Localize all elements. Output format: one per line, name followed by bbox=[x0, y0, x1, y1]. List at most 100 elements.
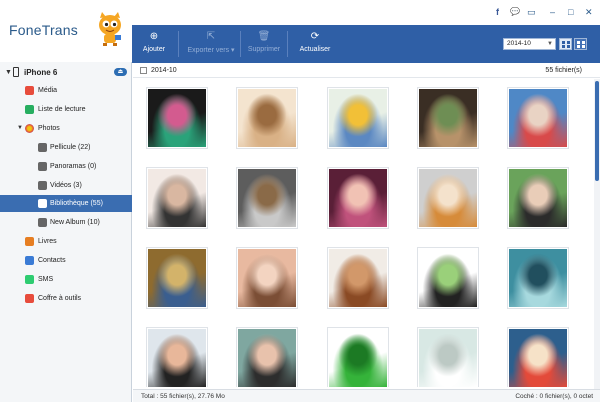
toolbox-icon bbox=[25, 294, 34, 303]
sidebar: FoneTrans ▼ iPhone 6 ⏏ Média Liste de le… bbox=[0, 0, 132, 402]
brown-puppy-photo[interactable] bbox=[327, 247, 389, 309]
cartoon-blue-photo[interactable] bbox=[507, 327, 569, 387]
export-icon: ⇱ bbox=[206, 31, 216, 42]
group-label: 2014-10 bbox=[151, 67, 177, 74]
sidebar-item-sms[interactable]: SMS bbox=[0, 271, 132, 288]
sidebar-item-label: New Album (10) bbox=[50, 219, 100, 226]
feedback-icon[interactable]: ▭ bbox=[527, 7, 536, 18]
photo-thumbnail bbox=[509, 329, 567, 387]
sidebar-item-videos[interactable]: Vidéos (3) bbox=[0, 177, 132, 194]
toolbar-separator bbox=[240, 31, 241, 57]
sidebar-item-media[interactable]: Média bbox=[0, 82, 132, 99]
sidebar-item-new-album[interactable]: New Album (10) bbox=[0, 214, 132, 231]
sidebar-item-label: Pellicule (22) bbox=[50, 144, 91, 151]
photo-thumbnail bbox=[419, 249, 477, 307]
device-row[interactable]: ▼ iPhone 6 ⏏ bbox=[0, 64, 132, 80]
smiling-girl-photo[interactable] bbox=[146, 327, 208, 387]
logo-area: FoneTrans bbox=[0, 0, 132, 62]
device-name: iPhone 6 bbox=[24, 68, 58, 77]
books-icon bbox=[25, 237, 34, 246]
delete-button[interactable]: 🗑 Supprimer bbox=[244, 25, 284, 63]
media-icon bbox=[25, 86, 34, 95]
photo-thumbnail bbox=[148, 329, 206, 387]
photo-thumbnail bbox=[509, 169, 567, 227]
girl-green-photo[interactable] bbox=[507, 167, 569, 229]
teal-art-photo[interactable] bbox=[507, 247, 569, 309]
checked-status: Coché : 0 fichier(s), 0 octet bbox=[515, 393, 593, 400]
export-button[interactable]: ⇱ Exporter vers ▾ bbox=[182, 25, 240, 63]
refresh-button-label: Actualiser bbox=[299, 46, 331, 53]
sidebar-item-library[interactable]: Bibliothèque (55) bbox=[0, 195, 132, 212]
scrollbar-thumb[interactable] bbox=[595, 81, 599, 181]
girl-portrait-photo[interactable] bbox=[146, 167, 208, 229]
photo-thumbnail bbox=[419, 89, 477, 147]
photo-thumbnail bbox=[329, 249, 387, 307]
photo-thumbnail bbox=[238, 169, 296, 227]
export-button-label: Exporter vers ▾ bbox=[187, 47, 235, 54]
phone-icon bbox=[13, 67, 19, 77]
sidebar-item-label: Coffre à outils bbox=[38, 295, 82, 302]
refresh-button[interactable]: ⟳ Actualiser bbox=[292, 25, 338, 63]
sidebar-item-label: Photos bbox=[38, 125, 60, 132]
group-header: 2014-10 55 fichier(s) bbox=[133, 63, 600, 78]
collage-photo[interactable] bbox=[417, 87, 479, 149]
koala-photo[interactable] bbox=[236, 167, 298, 229]
eye-closeup-photo[interactable] bbox=[236, 247, 298, 309]
kitten-photo[interactable] bbox=[417, 167, 479, 229]
sidebar-item-playlist[interactable]: Liste de lecture bbox=[0, 101, 132, 118]
photo-thumbnail bbox=[419, 329, 477, 387]
grid-view-button[interactable] bbox=[559, 38, 572, 50]
photo-thumbnail bbox=[419, 169, 477, 227]
photo-thumbnail bbox=[148, 249, 206, 307]
sidebar-item-camera-roll[interactable]: Pellicule (22) bbox=[0, 139, 132, 156]
photo-thumbnail bbox=[148, 169, 206, 227]
camera-icon bbox=[38, 181, 47, 190]
panda-cartoon-photo[interactable] bbox=[417, 247, 479, 309]
girl-pink-photo[interactable] bbox=[327, 167, 389, 229]
collapse-caret-icon[interactable]: ▼ bbox=[5, 69, 12, 76]
add-icon: ⊕ bbox=[149, 31, 159, 42]
filmstrip-photo[interactable] bbox=[146, 87, 208, 149]
sidebar-item-photos[interactable]: ▼ Photos bbox=[0, 120, 132, 137]
postcards-photo[interactable] bbox=[327, 87, 389, 149]
add-button[interactable]: ⊕ Ajouter bbox=[132, 25, 176, 63]
facebook-icon[interactable]: f bbox=[496, 7, 499, 17]
plush-toy-photo[interactable] bbox=[507, 87, 569, 149]
white-dog-photo[interactable] bbox=[417, 327, 479, 387]
sidebar-item-panoramas[interactable]: Panoramas (0) bbox=[0, 158, 132, 175]
date-filter-select[interactable]: 2014-10 ▼ bbox=[503, 38, 556, 50]
sidebar-item-toolbox[interactable]: Coffre à outils bbox=[0, 290, 132, 307]
camera-icon bbox=[38, 162, 47, 171]
photo-thumbnail bbox=[238, 329, 296, 387]
photo-thumbnail bbox=[329, 89, 387, 147]
close-icon[interactable]: ✕ bbox=[585, 7, 593, 18]
puppy-photo[interactable] bbox=[236, 87, 298, 149]
select-all-checkbox[interactable] bbox=[140, 67, 147, 74]
large-grid-view-button[interactable] bbox=[574, 38, 587, 50]
chevron-down-icon: ▼ bbox=[547, 41, 553, 47]
minimize-icon[interactable]: – bbox=[550, 7, 555, 17]
sidebar-item-contacts[interactable]: Contacts bbox=[0, 252, 132, 269]
toolbar-separator bbox=[287, 31, 288, 57]
sidebar-item-label: Bibliothèque (55) bbox=[50, 200, 103, 207]
status-bar: Total : 55 fichier(s), 27.76 Mo Coché : … bbox=[133, 389, 600, 402]
photo-thumbnail bbox=[329, 329, 387, 387]
contacts-icon bbox=[25, 256, 34, 265]
app-title: FoneTrans bbox=[9, 22, 78, 38]
photos-icon bbox=[25, 124, 34, 133]
sidebar-item-label: Média bbox=[38, 87, 58, 94]
scrollbar[interactable] bbox=[594, 79, 600, 389]
expand-caret-icon[interactable]: ▼ bbox=[17, 125, 23, 131]
sidebar-item-books[interactable]: Livres bbox=[0, 233, 132, 250]
trash-icon: 🗑 bbox=[257, 31, 271, 42]
chat-icon[interactable]: 💬 bbox=[510, 7, 520, 16]
autumn-girl-photo[interactable] bbox=[146, 247, 208, 309]
sidebar-item-label: SMS bbox=[38, 276, 54, 283]
girl-blur-photo[interactable] bbox=[236, 327, 298, 387]
photo-thumbnail bbox=[238, 89, 296, 147]
eject-icon[interactable]: ⏏ bbox=[114, 68, 127, 76]
sidebar-item-label: Contacts bbox=[38, 257, 66, 264]
3d-logo-photo[interactable] bbox=[327, 327, 389, 387]
photo-thumbnail bbox=[238, 249, 296, 307]
maximize-icon[interactable]: □ bbox=[568, 7, 573, 17]
